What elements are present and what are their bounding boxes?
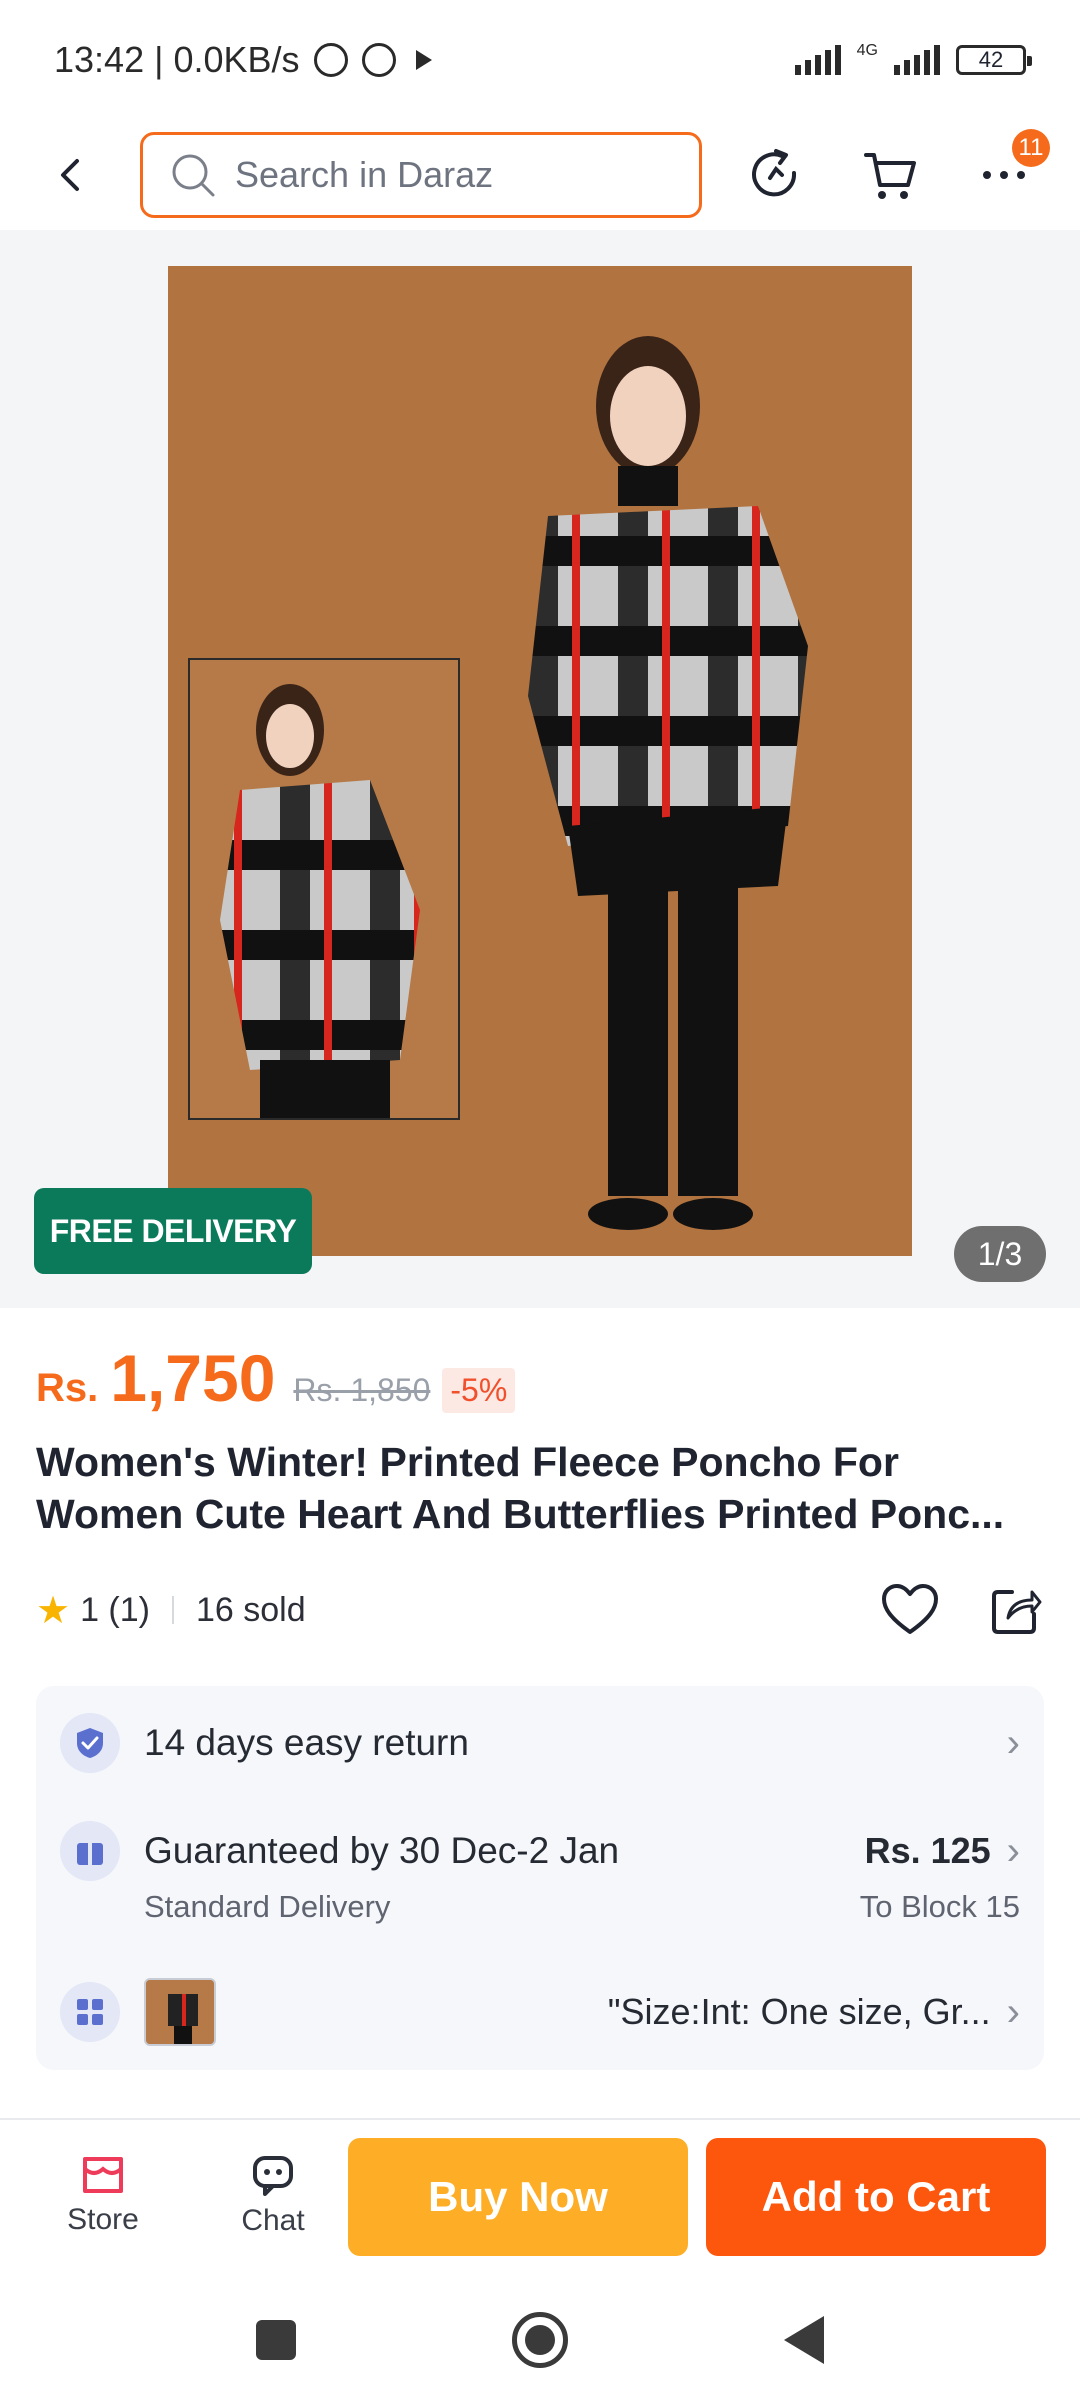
chat-button[interactable]: Chat (188, 2152, 358, 2238)
variant-thumbnail[interactable] (144, 1978, 216, 2046)
chevron-right-icon: › (1006, 1989, 1020, 2034)
store-label: Store (67, 2203, 139, 2236)
store-button[interactable]: Store (18, 2153, 188, 2237)
sold-count: 16 sold (196, 1590, 306, 1629)
product-actions (880, 1582, 1044, 1638)
network-type: 4G (856, 42, 878, 59)
rating-text[interactable]: 1 (1) (80, 1591, 150, 1630)
refresh-icon (752, 149, 797, 197)
delivery-price: Rs. 125 (864, 1830, 991, 1871)
product-title-line-1: Women's Winter! Printed Fleece Poncho Fo… (36, 1439, 899, 1485)
return-policy-text: 14 days easy return (144, 1722, 469, 1763)
refresh-button[interactable] (736, 135, 816, 215)
whatsapp-icon (313, 43, 348, 77)
inset-image (188, 658, 460, 1120)
notification-badge: 11 (1012, 129, 1050, 167)
chevron-right-icon: › (1006, 1720, 1020, 1765)
top-nav: 11 (0, 120, 1080, 230)
cart-icon (864, 153, 916, 199)
star-icon: ★ (36, 1589, 71, 1632)
battery-icon: 42 (956, 45, 1032, 75)
service-info-card: 14 days easy return › Guaranteed by 30 D… (36, 1686, 1044, 2070)
search-icon (172, 154, 215, 197)
variant-text: "Size:Int: One size, Gr... (607, 1991, 991, 2032)
search-box[interactable] (140, 132, 702, 218)
chat-label: Chat (241, 2204, 305, 2237)
delivery-guarantee: Guaranteed by 30 Dec-2 Jan (144, 1830, 620, 1871)
divider (172, 1596, 174, 1624)
whatsapp-business-icon (361, 43, 396, 77)
product-title: Women's Winter! Printed Fleece Poncho Fo… (36, 1436, 1046, 1540)
price: 1,750 (110, 1341, 276, 1415)
product-title-line-2: Women Cute Heart And Butterflies Printed… (36, 1491, 1005, 1537)
more-button[interactable]: 11 (964, 129, 1050, 215)
bottom-action-bar: Store Chat Buy Now Add to Cart (0, 2120, 1080, 2270)
delivery-row[interactable]: Guaranteed by 30 Dec-2 Jan Rs. 125 › (36, 1816, 1044, 1886)
status-left: 13:42 | 0.0KB/s (54, 39, 432, 81)
add-to-cart-button[interactable]: Add to Cart (706, 2138, 1046, 2256)
return-policy-row[interactable]: 14 days easy return › (36, 1708, 1044, 1778)
delivery-type: Standard Delivery (144, 1889, 391, 1924)
price-row: Rs. 1,750 Rs. 1,850 -5% (36, 1340, 516, 1416)
status-bar: 13:42 | 0.0KB/s 4G 42 (0, 0, 1080, 120)
wishlist-heart-icon[interactable] (880, 1582, 940, 1638)
delivery-box-icon (60, 1821, 120, 1881)
play-icon (415, 50, 432, 70)
system-navigation (0, 2280, 1080, 2400)
more-icon (983, 171, 1025, 179)
signal-2-icon (894, 45, 940, 75)
back-arrow-icon (61, 159, 79, 191)
nav-icons: 11 (736, 129, 1050, 215)
cart-button[interactable] (850, 135, 930, 215)
back-button[interactable] (36, 140, 106, 210)
chevron-right-icon: › (1006, 1828, 1020, 1873)
inset-photo-illustration (190, 660, 458, 1118)
product-gallery[interactable]: FREE DELIVERY 1/3 (0, 230, 1080, 1308)
delivery-sub-row: Standard Delivery To Block 15 (36, 1882, 1044, 1932)
status-time-speed: 13:42 | 0.0KB/s (54, 39, 300, 80)
image-pager: 1/3 (954, 1226, 1046, 1282)
grid-icon (60, 1982, 120, 2042)
store-icon (83, 2157, 123, 2193)
shield-check-icon (60, 1713, 120, 1773)
variant-row[interactable]: "Size:Int: One size, Gr... › (36, 1976, 1044, 2048)
free-delivery-badge: FREE DELIVERY (34, 1188, 312, 1274)
home-button[interactable] (512, 2312, 568, 2368)
signal-icon (794, 45, 841, 75)
product-image[interactable] (168, 266, 912, 1256)
search-input[interactable] (235, 154, 655, 196)
share-icon[interactable] (988, 1582, 1044, 1638)
old-price: Rs. 1,850 (293, 1372, 431, 1408)
buy-now-button[interactable]: Buy Now (348, 2138, 688, 2256)
recent-apps-button[interactable] (256, 2320, 296, 2360)
status-right: 4G 42 (794, 42, 1032, 78)
battery-level: 42 (978, 47, 1004, 72)
delivery-destination: To Block 15 (859, 1889, 1020, 1924)
discount-badge: -5% (442, 1368, 516, 1413)
currency: Rs. (36, 1366, 99, 1410)
chat-icon (253, 2156, 293, 2196)
rating-row: ★ 1 (1) 16 sold (36, 1580, 1044, 1640)
system-back-button[interactable] (784, 2316, 824, 2364)
